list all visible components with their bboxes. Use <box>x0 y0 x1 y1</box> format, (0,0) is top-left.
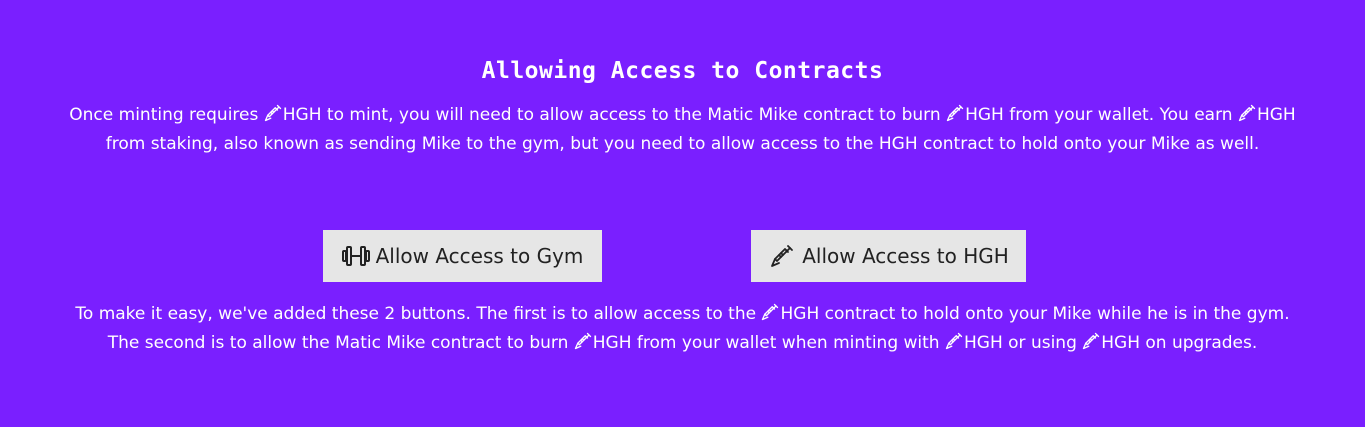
outro-text-6: HGH on upgrades. <box>1101 333 1258 353</box>
syringe-icon <box>264 104 281 122</box>
intro-paragraph: Once minting requires HGH to mint, you w… <box>20 101 1345 159</box>
intro-text-4: HGH <box>1256 105 1296 125</box>
syringe-icon <box>574 332 591 350</box>
outro-text-3: The second is to allow the Matic Mike co… <box>107 333 574 353</box>
outro-text-4: HGH from your wallet when minting with <box>592 333 945 353</box>
outro-line-2: The second is to allow the Matic Mike co… <box>20 329 1345 358</box>
syringe-icon <box>945 332 963 350</box>
dumbbell-icon <box>341 246 370 266</box>
syringe-icon <box>771 245 794 267</box>
contracts-access-section: Allowing Access to Contracts Once mintin… <box>0 0 1365 427</box>
syringe-icon <box>946 104 964 122</box>
allow-access-gym-label: Allow Access to Gym <box>375 244 584 268</box>
outro-paragraph: To make it easy, we've added these 2 but… <box>20 300 1345 358</box>
intro-text-3: HGH from your wallet. You earn <box>965 105 1238 125</box>
intro-line-2: from staking, also known as sending Mike… <box>105 134 1260 154</box>
syringe-icon <box>762 303 779 321</box>
intro-line-1: Once minting requires HGH to mint, you w… <box>20 101 1345 130</box>
outro-text-1: To make it easy, we've added these 2 but… <box>75 304 762 324</box>
outro-text-5: HGH or using <box>964 333 1083 353</box>
allow-access-hgh-button[interactable]: Allow Access to HGH <box>751 230 1026 282</box>
intro-text-2: HGH to mint, you will need to allow acce… <box>282 105 947 125</box>
allow-access-hgh-label: Allow Access to HGH <box>802 244 1009 268</box>
allow-access-gym-button[interactable]: Allow Access to Gym <box>323 230 602 282</box>
outro-text-2: HGH contract to hold onto your Mike whil… <box>780 304 1290 324</box>
outro-line-1: To make it easy, we've added these 2 but… <box>20 300 1345 329</box>
section-title: Allowing Access to Contracts <box>481 58 884 84</box>
syringe-icon <box>1238 104 1256 122</box>
syringe-icon <box>1083 332 1100 350</box>
intro-text-1: Once minting requires <box>69 105 264 125</box>
